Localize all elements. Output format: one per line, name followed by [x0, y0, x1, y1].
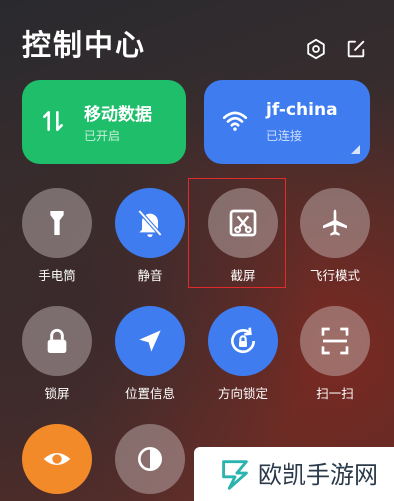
- mute-bell-icon: [137, 209, 163, 237]
- tile-title: jf-china: [266, 100, 338, 120]
- dark-mode-toggle[interactable]: [115, 424, 185, 494]
- mobile-data-icon: [43, 111, 63, 131]
- scan-toggle[interactable]: [300, 306, 370, 376]
- location-toggle[interactable]: [115, 306, 185, 376]
- page-title: 控制中心: [22, 28, 147, 62]
- toggle-label: 飞行模式: [309, 268, 360, 283]
- contrast-icon: [138, 447, 162, 471]
- scan-icon: [321, 327, 349, 355]
- mute-toggle[interactable]: [115, 188, 185, 258]
- lock-icon: [47, 328, 67, 353]
- location-icon: [139, 330, 161, 352]
- tile-status: 已开启: [84, 129, 121, 143]
- lock-screen-toggle[interactable]: [22, 306, 92, 376]
- rotation-lock-toggle[interactable]: [208, 306, 278, 376]
- wifi-tile[interactable]: jf-china 已连接: [204, 80, 370, 164]
- flashlight-icon: [50, 211, 64, 235]
- eye-icon: [43, 453, 71, 465]
- highlight-box: [188, 178, 286, 288]
- toggle-label: 位置信息: [124, 386, 175, 401]
- reading-mode-toggle[interactable]: [22, 424, 92, 494]
- toggle-label: 静音: [137, 268, 163, 283]
- toggle-label: 锁屏: [44, 386, 70, 401]
- expand-corner-icon: [351, 145, 360, 154]
- airplane-icon: [323, 209, 347, 236]
- rotation-lock-icon: [231, 327, 256, 354]
- watermark-logo-icon: [222, 460, 248, 490]
- toggle-label: 方向锁定: [217, 386, 268, 401]
- airplane-toggle[interactable]: [300, 188, 370, 258]
- watermark-text: 欧凯手游网: [258, 461, 378, 489]
- edit-icon[interactable]: [345, 38, 367, 60]
- tile-status: 已连接: [266, 129, 303, 143]
- toggle-label: 扫一扫: [316, 386, 354, 401]
- tile-title: 移动数据: [84, 105, 152, 125]
- settings-icon[interactable]: [305, 38, 327, 60]
- toggle-label: 手电筒: [38, 268, 76, 283]
- flashlight-toggle[interactable]: [22, 188, 92, 258]
- mobile-data-tile[interactable]: 移动数据 已开启: [22, 80, 186, 164]
- wifi-icon: [222, 111, 248, 131]
